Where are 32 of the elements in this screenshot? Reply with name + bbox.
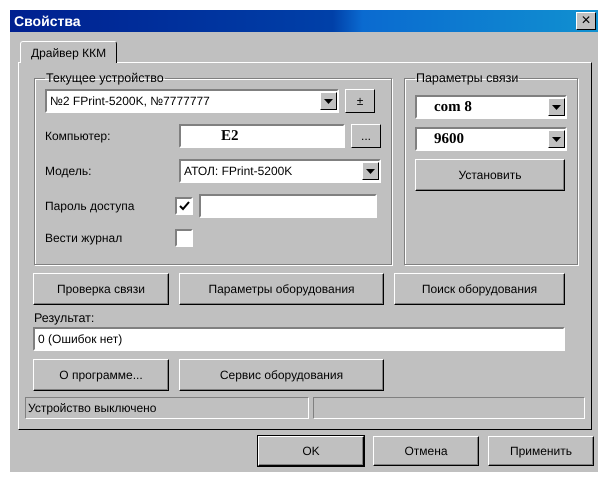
- close-button[interactable]: ×: [576, 12, 596, 30]
- action-button[interactable]: Проверка связи: [33, 273, 169, 305]
- checkmark-icon: [178, 201, 190, 211]
- browse-button[interactable]: ...: [351, 124, 381, 148]
- dialog-button[interactable]: Отмена: [373, 436, 479, 466]
- field-label: Результат:: [34, 311, 96, 325]
- dialog-button[interactable]: Применить: [488, 436, 594, 466]
- device-dropdown[interactable]: №2 FPrint-5200K, №7777777: [45, 89, 339, 113]
- set-button[interactable]: Установить: [415, 159, 565, 191]
- action-button[interactable]: Поиск оборудования: [394, 273, 565, 305]
- checkbox-label: Вести журнал: [45, 231, 124, 245]
- dialog-button[interactable]: OK: [258, 436, 364, 466]
- add-remove-button[interactable]: ±: [345, 89, 375, 113]
- window-title: Свойства: [14, 13, 81, 29]
- status-pane: Устройство выключено: [25, 397, 309, 419]
- port-dropdown[interactable]: com 8: [415, 95, 567, 119]
- checkbox[interactable]: [175, 197, 193, 215]
- group-title: Параметры связи: [415, 71, 520, 85]
- action-button[interactable]: О программе...: [33, 359, 169, 391]
- field-label: Компьютер:: [45, 129, 112, 143]
- checkbox-label: Пароль доступа: [45, 199, 136, 213]
- speed-dropdown[interactable]: 9600: [415, 127, 567, 151]
- tab[interactable]: Драйвер ККМ: [20, 41, 118, 63]
- group-title: Текущее устройство: [45, 71, 165, 85]
- checkbox[interactable]: [175, 229, 193, 247]
- password-field[interactable]: [199, 194, 377, 218]
- field-label: Модель:: [45, 164, 92, 178]
- computer-field[interactable]: E2: [179, 124, 345, 148]
- action-button[interactable]: Сервис оборудования: [179, 359, 384, 391]
- action-button[interactable]: Параметры оборудования: [179, 273, 384, 305]
- model-dropdown[interactable]: АТОЛ: FPrint-5200K: [179, 159, 381, 183]
- result-field: 0 (Ошибок нет): [33, 327, 565, 351]
